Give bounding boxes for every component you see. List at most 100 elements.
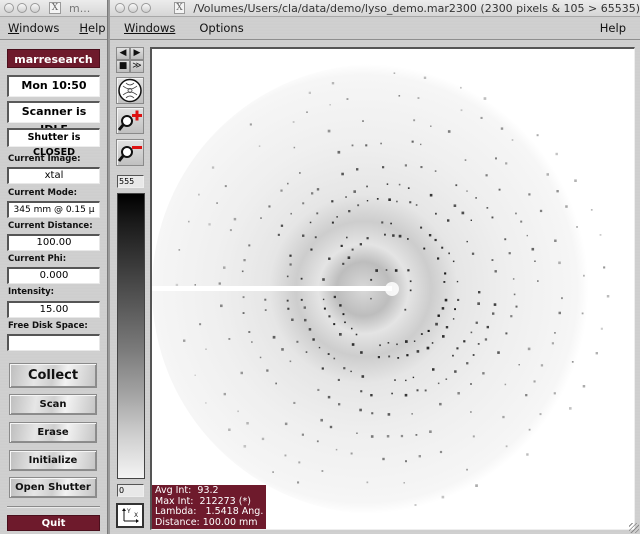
diffraction-spot (497, 351, 500, 354)
current-phi-field[interactable]: 0.000 (7, 267, 100, 284)
free-disk-space-field[interactable] (7, 334, 100, 351)
diffraction-spot (299, 172, 301, 174)
erase-button[interactable]: Erase (9, 422, 97, 443)
diffraction-spot (216, 202, 218, 204)
current-mode-field[interactable]: 345 mm @ 0.15 µ (7, 201, 100, 218)
colorbar-max-input[interactable]: 555 (117, 175, 144, 188)
control-window: X m... Windows Help marresearch Mon 10:5… (0, 0, 108, 534)
diffraction-spot (432, 368, 435, 371)
minimize-window-button[interactable] (17, 3, 27, 13)
zoom-window-button[interactable] (140, 3, 151, 13)
svg-text:X: X (134, 512, 138, 519)
axes-orientation-button[interactable]: Y X (116, 503, 144, 528)
intensity-field[interactable]: 15.00 (7, 301, 100, 318)
diffraction-spot (357, 204, 360, 207)
stop-button[interactable]: ■ (116, 60, 130, 73)
initialize-button[interactable]: Initialize (9, 450, 97, 471)
zoom-window-button[interactable] (30, 3, 40, 13)
diffraction-spot (312, 338, 315, 341)
diffraction-spot (300, 298, 303, 301)
diffraction-spot (500, 127, 504, 130)
zoom-in-button[interactable] (116, 107, 144, 134)
diffraction-spot (405, 340, 408, 343)
diffraction-spot (434, 238, 437, 242)
diffraction-spot (272, 335, 276, 339)
diffraction-spot (494, 270, 497, 273)
zoom-out-button[interactable] (116, 139, 144, 166)
close-window-button[interactable] (115, 3, 125, 13)
diffraction-spot (390, 222, 392, 225)
current-image-field[interactable]: xtal (7, 167, 100, 184)
diffraction-spot (360, 351, 363, 354)
diffraction-spot (308, 91, 311, 94)
diffraction-spot (333, 323, 336, 326)
diffraction-spot (277, 233, 280, 236)
diffraction-spot (466, 362, 469, 365)
diffraction-spot (331, 82, 335, 85)
fast-forward-button[interactable]: ≫ (130, 60, 144, 73)
diffraction-spot (323, 307, 326, 310)
diffraction-spot (345, 196, 347, 198)
menu-windows[interactable]: Windows (110, 21, 183, 35)
diffraction-spot (351, 248, 354, 251)
diffraction-spot (308, 328, 312, 331)
grayscale-colorbar[interactable] (117, 193, 145, 479)
diffraction-spot (553, 392, 556, 395)
diffraction-image[interactable]: Avg Int: 93.2 Max Int: 212273 (*) Lambda: … (150, 47, 635, 530)
diffraction-spot (415, 434, 418, 436)
overview-button[interactable] (116, 77, 144, 104)
diffraction-spot (486, 325, 489, 329)
diffraction-spot (289, 254, 292, 257)
next-image-button[interactable]: ▶ (130, 47, 144, 60)
collect-button[interactable]: Collect (9, 363, 97, 388)
diffraction-spot (502, 415, 505, 419)
menu-help[interactable]: Help (592, 21, 640, 35)
diffraction-spot (385, 269, 388, 271)
diffraction-spot (472, 435, 475, 438)
control-menubar: Windows Help (0, 17, 107, 40)
image-window-titlebar[interactable]: X /Volumes/Users/cla/data/demo/lyso_demo… (110, 0, 640, 17)
diffraction-spot (485, 174, 488, 177)
diffraction-spot (300, 277, 303, 280)
diffraction-spot (316, 212, 319, 215)
control-window-titlebar[interactable]: X m... (0, 0, 107, 17)
open-shutter-button[interactable]: Open Shutter (9, 477, 97, 498)
diffraction-spot (600, 327, 603, 330)
menu-windows[interactable]: Windows (0, 21, 67, 35)
scan-button[interactable]: Scan (9, 394, 97, 415)
diffraction-spot (333, 295, 336, 299)
diffraction-spot (365, 144, 368, 147)
quit-button[interactable]: Quit (7, 515, 100, 531)
diffraction-spot (595, 352, 598, 355)
diffraction-spot (403, 482, 405, 484)
close-window-button[interactable] (4, 3, 14, 13)
colorbar-min-input[interactable]: 0 (117, 484, 144, 497)
diffraction-spot (261, 437, 265, 441)
divider (7, 506, 100, 508)
diffraction-spot (520, 220, 523, 223)
diffraction-spot (443, 281, 446, 283)
diffraction-overview-icon (118, 78, 142, 103)
menu-options[interactable]: Options (183, 21, 251, 35)
diffraction-spot (464, 159, 467, 161)
diffraction-spot (441, 495, 445, 499)
diffraction-spot (366, 200, 369, 202)
diffraction-spot (291, 318, 294, 321)
diffraction-spot (472, 354, 475, 356)
resize-grip[interactable] (629, 523, 639, 533)
diffraction-spot (194, 284, 196, 286)
diffraction-spot (526, 234, 528, 237)
diffraction-spot (493, 303, 497, 306)
scanner-status: Scanner is IDLE (7, 101, 100, 136)
previous-image-button[interactable]: ◀ (116, 47, 130, 60)
free-disk-space-label: Free Disk Space: (8, 321, 88, 331)
minimize-window-button[interactable] (127, 3, 138, 13)
diffraction-spot (454, 308, 456, 311)
diffraction-spot (355, 333, 358, 336)
menu-help[interactable]: Help (67, 21, 113, 35)
diffraction-spot (426, 346, 430, 350)
diffraction-spot (518, 364, 520, 366)
diffraction-spot (405, 460, 407, 463)
menu-options-label: Options (199, 21, 244, 35)
current-distance-field[interactable]: 100.00 (7, 234, 100, 251)
